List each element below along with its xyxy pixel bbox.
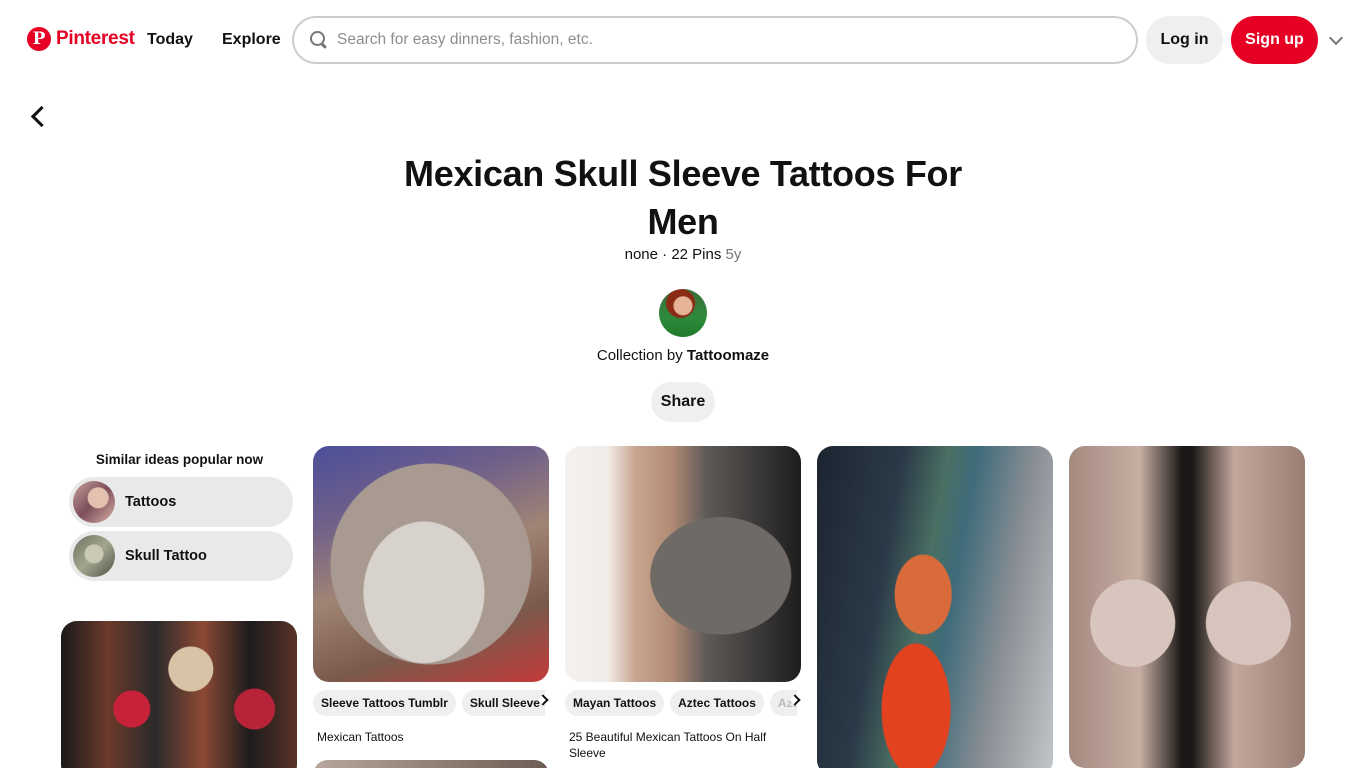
chevron-down-icon[interactable] <box>1328 30 1344 46</box>
collection-by: Collection by Tattoomaze <box>483 347 883 364</box>
pinterest-logo-icon: P <box>27 27 51 51</box>
pin-image[interactable] <box>817 446 1053 768</box>
share-button[interactable]: Share <box>651 382 715 422</box>
idea-label: Tattoos <box>125 494 177 510</box>
nav-today-link[interactable]: Today <box>147 31 193 49</box>
collection-by-label: Collection by <box>596 347 687 364</box>
board-meta: none · 22 Pins 5y <box>483 246 883 263</box>
tag-chip[interactable]: Skull Sleeve Tattoos <box>461 690 545 716</box>
pin-image[interactable] <box>313 760 549 768</box>
pinterest-wordmark: Pinterest <box>56 28 135 49</box>
board-title: Mexican Skull Sleeve Tattoos For Men <box>404 153 962 242</box>
similar-idea-tattoos[interactable]: Tattoos <box>69 477 293 527</box>
back-button[interactable] <box>26 102 52 128</box>
similar-idea-skull-tattoo[interactable]: Skull Tattoo <box>69 531 293 581</box>
pin-image[interactable] <box>565 446 801 682</box>
tag-chip[interactable]: Mayan Tattoos <box>565 690 665 716</box>
search-icon <box>310 31 328 49</box>
pin-caption[interactable]: Mexican Tattoos <box>317 729 545 745</box>
pinterest-logo[interactable]: P Pinterest <box>27 27 135 51</box>
pin-caption[interactable]: 25 Beautiful Mexican Tattoos On Half Sle… <box>569 729 779 761</box>
search-bar[interactable] <box>292 16 1138 64</box>
similar-ideas-heading: Similar ideas popular now <box>95 452 264 467</box>
owner-name-link[interactable]: Tattoomaze <box>687 347 769 364</box>
log-in-button[interactable]: Log in <box>1146 16 1223 64</box>
pin-tag-chips: Sleeve Tattoos Tumblr Skull Sleeve Tatto… <box>313 690 545 716</box>
idea-thumbnail <box>73 481 115 523</box>
tag-chip[interactable]: Sleeve Tattoos Tumblr <box>313 690 456 716</box>
sign-up-button[interactable]: Sign up <box>1231 16 1318 64</box>
search-input[interactable] <box>337 31 1097 49</box>
owner-avatar[interactable] <box>659 289 707 337</box>
pin-image[interactable] <box>1069 446 1305 768</box>
pin-image[interactable] <box>61 621 297 768</box>
idea-label: Skull Tattoo <box>125 548 207 564</box>
pin-image[interactable] <box>313 446 549 682</box>
idea-thumbnail <box>73 535 115 577</box>
top-navigation: P Pinterest Today Explore Log in Sign up <box>0 0 1366 82</box>
board-age: 5y <box>725 246 742 263</box>
nav-explore-link[interactable]: Explore <box>222 31 281 49</box>
tag-chip[interactable]: Aztec Tattoos <box>670 690 764 716</box>
board-pin-count: none · 22 Pins <box>624 246 726 263</box>
pin-tag-chips: Mayan Tattoos Aztec Tattoos Aztec <box>565 690 797 716</box>
